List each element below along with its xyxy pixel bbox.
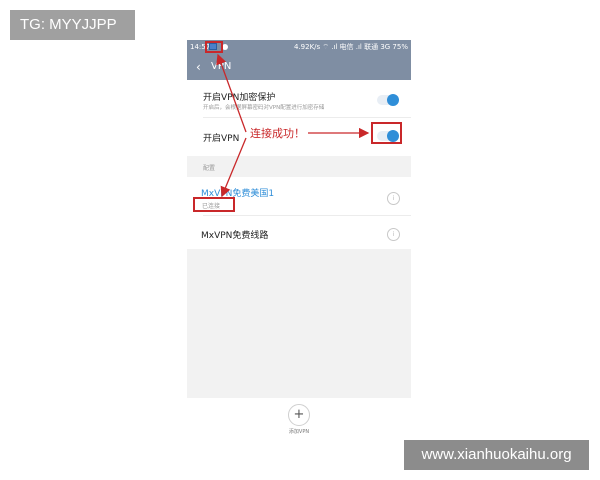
annotation-arrows	[216, 53, 370, 198]
annotation-label: 连接成功！	[248, 125, 307, 141]
arrow-to-status-icon	[216, 53, 247, 133]
arrow-to-connected-status	[220, 137, 247, 198]
site-watermark: www.xianhuokaihu.org	[404, 440, 589, 470]
